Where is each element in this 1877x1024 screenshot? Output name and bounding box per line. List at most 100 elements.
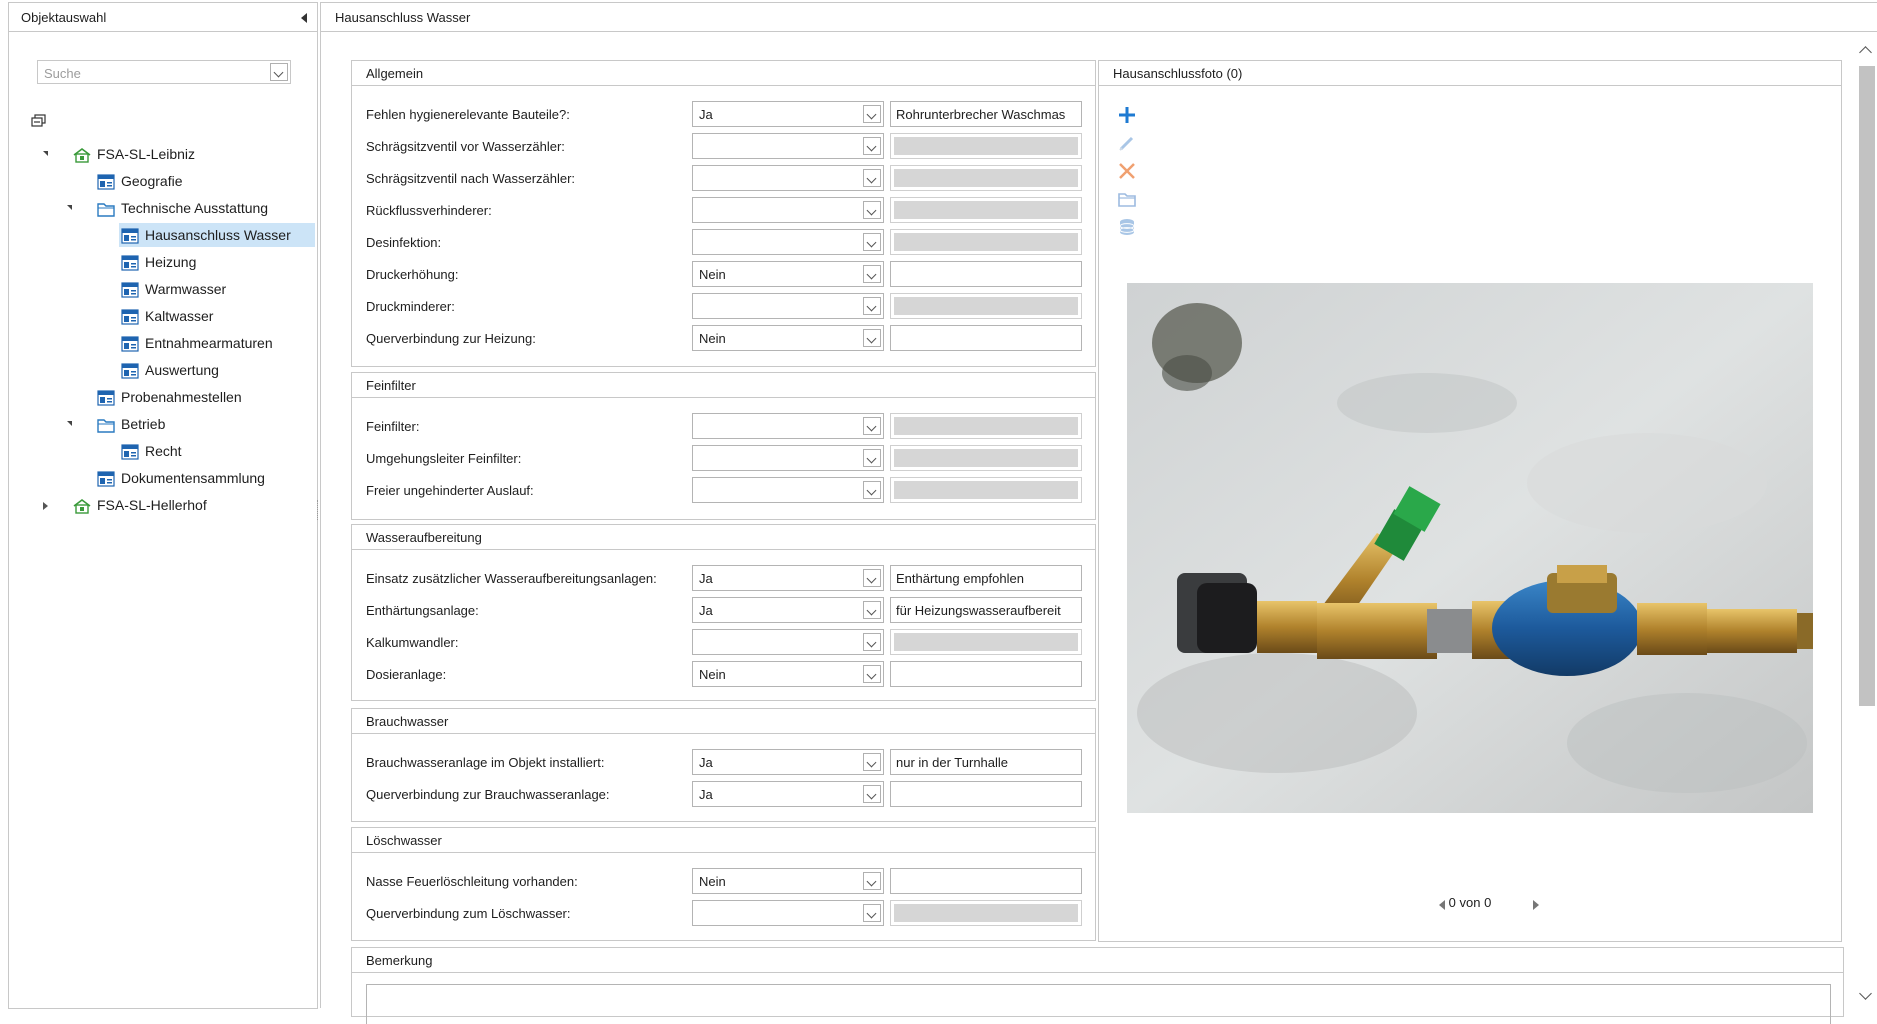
form-row: Dosieranlage: Nein (352, 661, 1095, 687)
scroll-thumb[interactable] (1859, 66, 1875, 706)
field-select[interactable]: Ja (692, 781, 884, 807)
field-select[interactable] (692, 477, 884, 503)
tree-item[interactable]: Dokumentensammlung (95, 466, 265, 490)
form-row: Einsatz zusätzlicher Wasseraufbereitungs… (352, 565, 1095, 591)
add-icon[interactable] (1117, 105, 1137, 125)
field-select[interactable] (692, 413, 884, 439)
chevron-down-icon[interactable] (863, 329, 881, 347)
collapsed-arrow-icon[interactable] (43, 502, 48, 510)
field-select[interactable]: Ja (692, 749, 884, 775)
field-comment-input[interactable] (890, 661, 1082, 687)
next-icon[interactable] (1533, 900, 1539, 910)
search-input[interactable] (42, 62, 266, 84)
chevron-down-icon[interactable] (863, 785, 881, 803)
tree-item[interactable]: Warmwasser (119, 277, 226, 301)
chevron-down-icon[interactable] (863, 481, 881, 499)
folder-open-icon[interactable] (1117, 189, 1137, 209)
tree-item[interactable]: Hausanschluss Wasser (119, 223, 315, 247)
field-select[interactable] (692, 229, 884, 255)
select-value: Nein (699, 331, 726, 346)
chevron-down-icon[interactable] (863, 201, 881, 219)
chevron-down-icon[interactable] (863, 169, 881, 187)
edit-icon[interactable] (1117, 133, 1137, 153)
chevron-down-icon[interactable] (863, 753, 881, 771)
field-select[interactable]: Ja (692, 565, 884, 591)
field-select[interactable]: Nein (692, 868, 884, 894)
search-combobox[interactable] (37, 60, 291, 84)
expanded-arrow-icon[interactable] (67, 421, 72, 426)
chevron-down-icon[interactable] (863, 233, 881, 251)
chevron-down-icon[interactable] (863, 601, 881, 619)
database-icon[interactable] (1117, 217, 1137, 237)
field-comment-input (890, 133, 1082, 159)
chevron-down-icon[interactable] (863, 297, 881, 315)
chevron-down-icon[interactable] (863, 633, 881, 651)
field-select[interactable] (692, 133, 884, 159)
comment-value: nur in der Turnhalle (896, 755, 1009, 770)
field-select[interactable] (692, 445, 884, 471)
chevron-down-icon[interactable] (863, 105, 881, 123)
field-select[interactable] (692, 629, 884, 655)
tree-item[interactable]: Technische Ausstattung (95, 196, 268, 220)
field-select[interactable]: Ja (692, 597, 884, 623)
tree-item-label: Entnahmearmaturen (145, 335, 273, 351)
vertical-scrollbar[interactable] (1855, 44, 1877, 1008)
tree-item-label: Probenahmestellen (121, 389, 242, 405)
tree-item[interactable]: Probenahmestellen (95, 385, 242, 409)
field-select[interactable]: Nein (692, 661, 884, 687)
field-select[interactable] (692, 197, 884, 223)
scroll-down-icon[interactable] (1859, 987, 1872, 1000)
group-title: Löschwasser (366, 833, 442, 848)
collapse-panel-icon[interactable] (301, 13, 307, 23)
field-select[interactable]: Ja (692, 101, 884, 127)
tree-item[interactable]: Auswertung (119, 358, 219, 382)
field-comment-input[interactable] (890, 261, 1082, 287)
field-select[interactable] (692, 165, 884, 191)
expanded-arrow-icon[interactable] (67, 205, 72, 210)
chevron-down-icon[interactable] (863, 449, 881, 467)
chevron-down-icon[interactable] (863, 417, 881, 435)
scroll-up-icon[interactable] (1859, 46, 1872, 59)
collapse-all-icon[interactable] (31, 114, 47, 128)
field-comment-input (890, 413, 1082, 439)
field-select[interactable] (692, 293, 884, 319)
tree-item[interactable]: Geografie (95, 169, 182, 193)
chevron-down-icon[interactable] (863, 569, 881, 587)
field-comment-input[interactable] (890, 868, 1082, 894)
field-comment-input[interactable]: für Heizungswasseraufbereit (890, 597, 1082, 623)
chevron-down-icon[interactable] (863, 665, 881, 683)
field-label: Einsatz zusätzlicher Wasseraufbereitungs… (366, 571, 657, 586)
chevron-down-icon[interactable] (863, 872, 881, 890)
remark-textarea[interactable] (366, 984, 1831, 1024)
field-comment-input[interactable] (890, 325, 1082, 351)
tree-item[interactable]: FSA-SL-Hellerhof (71, 493, 207, 517)
form-row: Druckerhöhung: Nein (352, 261, 1095, 287)
chevron-down-icon[interactable] (863, 904, 881, 922)
field-comment-input[interactable]: Enthärtung empfohlen (890, 565, 1082, 591)
tree-item[interactable]: Kaltwasser (119, 304, 213, 328)
field-select[interactable]: Nein (692, 261, 884, 287)
form-row: Schrägsitzventil vor Wasserzähler: (352, 133, 1095, 159)
previous-icon[interactable] (1439, 900, 1445, 910)
field-select[interactable] (692, 900, 884, 926)
chevron-down-icon[interactable] (863, 137, 881, 155)
field-comment-input[interactable]: nur in der Turnhalle (890, 749, 1082, 775)
field-select[interactable]: Nein (692, 325, 884, 351)
form-icon (121, 362, 139, 379)
field-label: Umgehungsleiter Feinfilter: (366, 451, 522, 466)
chevron-down-icon[interactable] (863, 265, 881, 283)
tree-item[interactable]: Recht (119, 439, 182, 463)
tree-item[interactable]: Heizung (119, 250, 196, 274)
search-dropdown-button[interactable] (270, 63, 288, 81)
form-row: Umgehungsleiter Feinfilter: (352, 445, 1095, 471)
form-icon (121, 254, 139, 271)
field-comment-input[interactable] (890, 781, 1082, 807)
expanded-arrow-icon[interactable] (43, 151, 48, 156)
delete-icon[interactable] (1117, 161, 1137, 181)
select-value: Ja (699, 107, 713, 122)
tree-item[interactable]: Betrieb (95, 412, 165, 436)
field-comment-input (890, 165, 1082, 191)
tree-item[interactable]: Entnahmearmaturen (119, 331, 273, 355)
tree-item[interactable]: FSA-SL-Leibniz (71, 142, 195, 166)
field-comment-input[interactable]: Rohrunterbrecher Waschmas (890, 101, 1082, 127)
